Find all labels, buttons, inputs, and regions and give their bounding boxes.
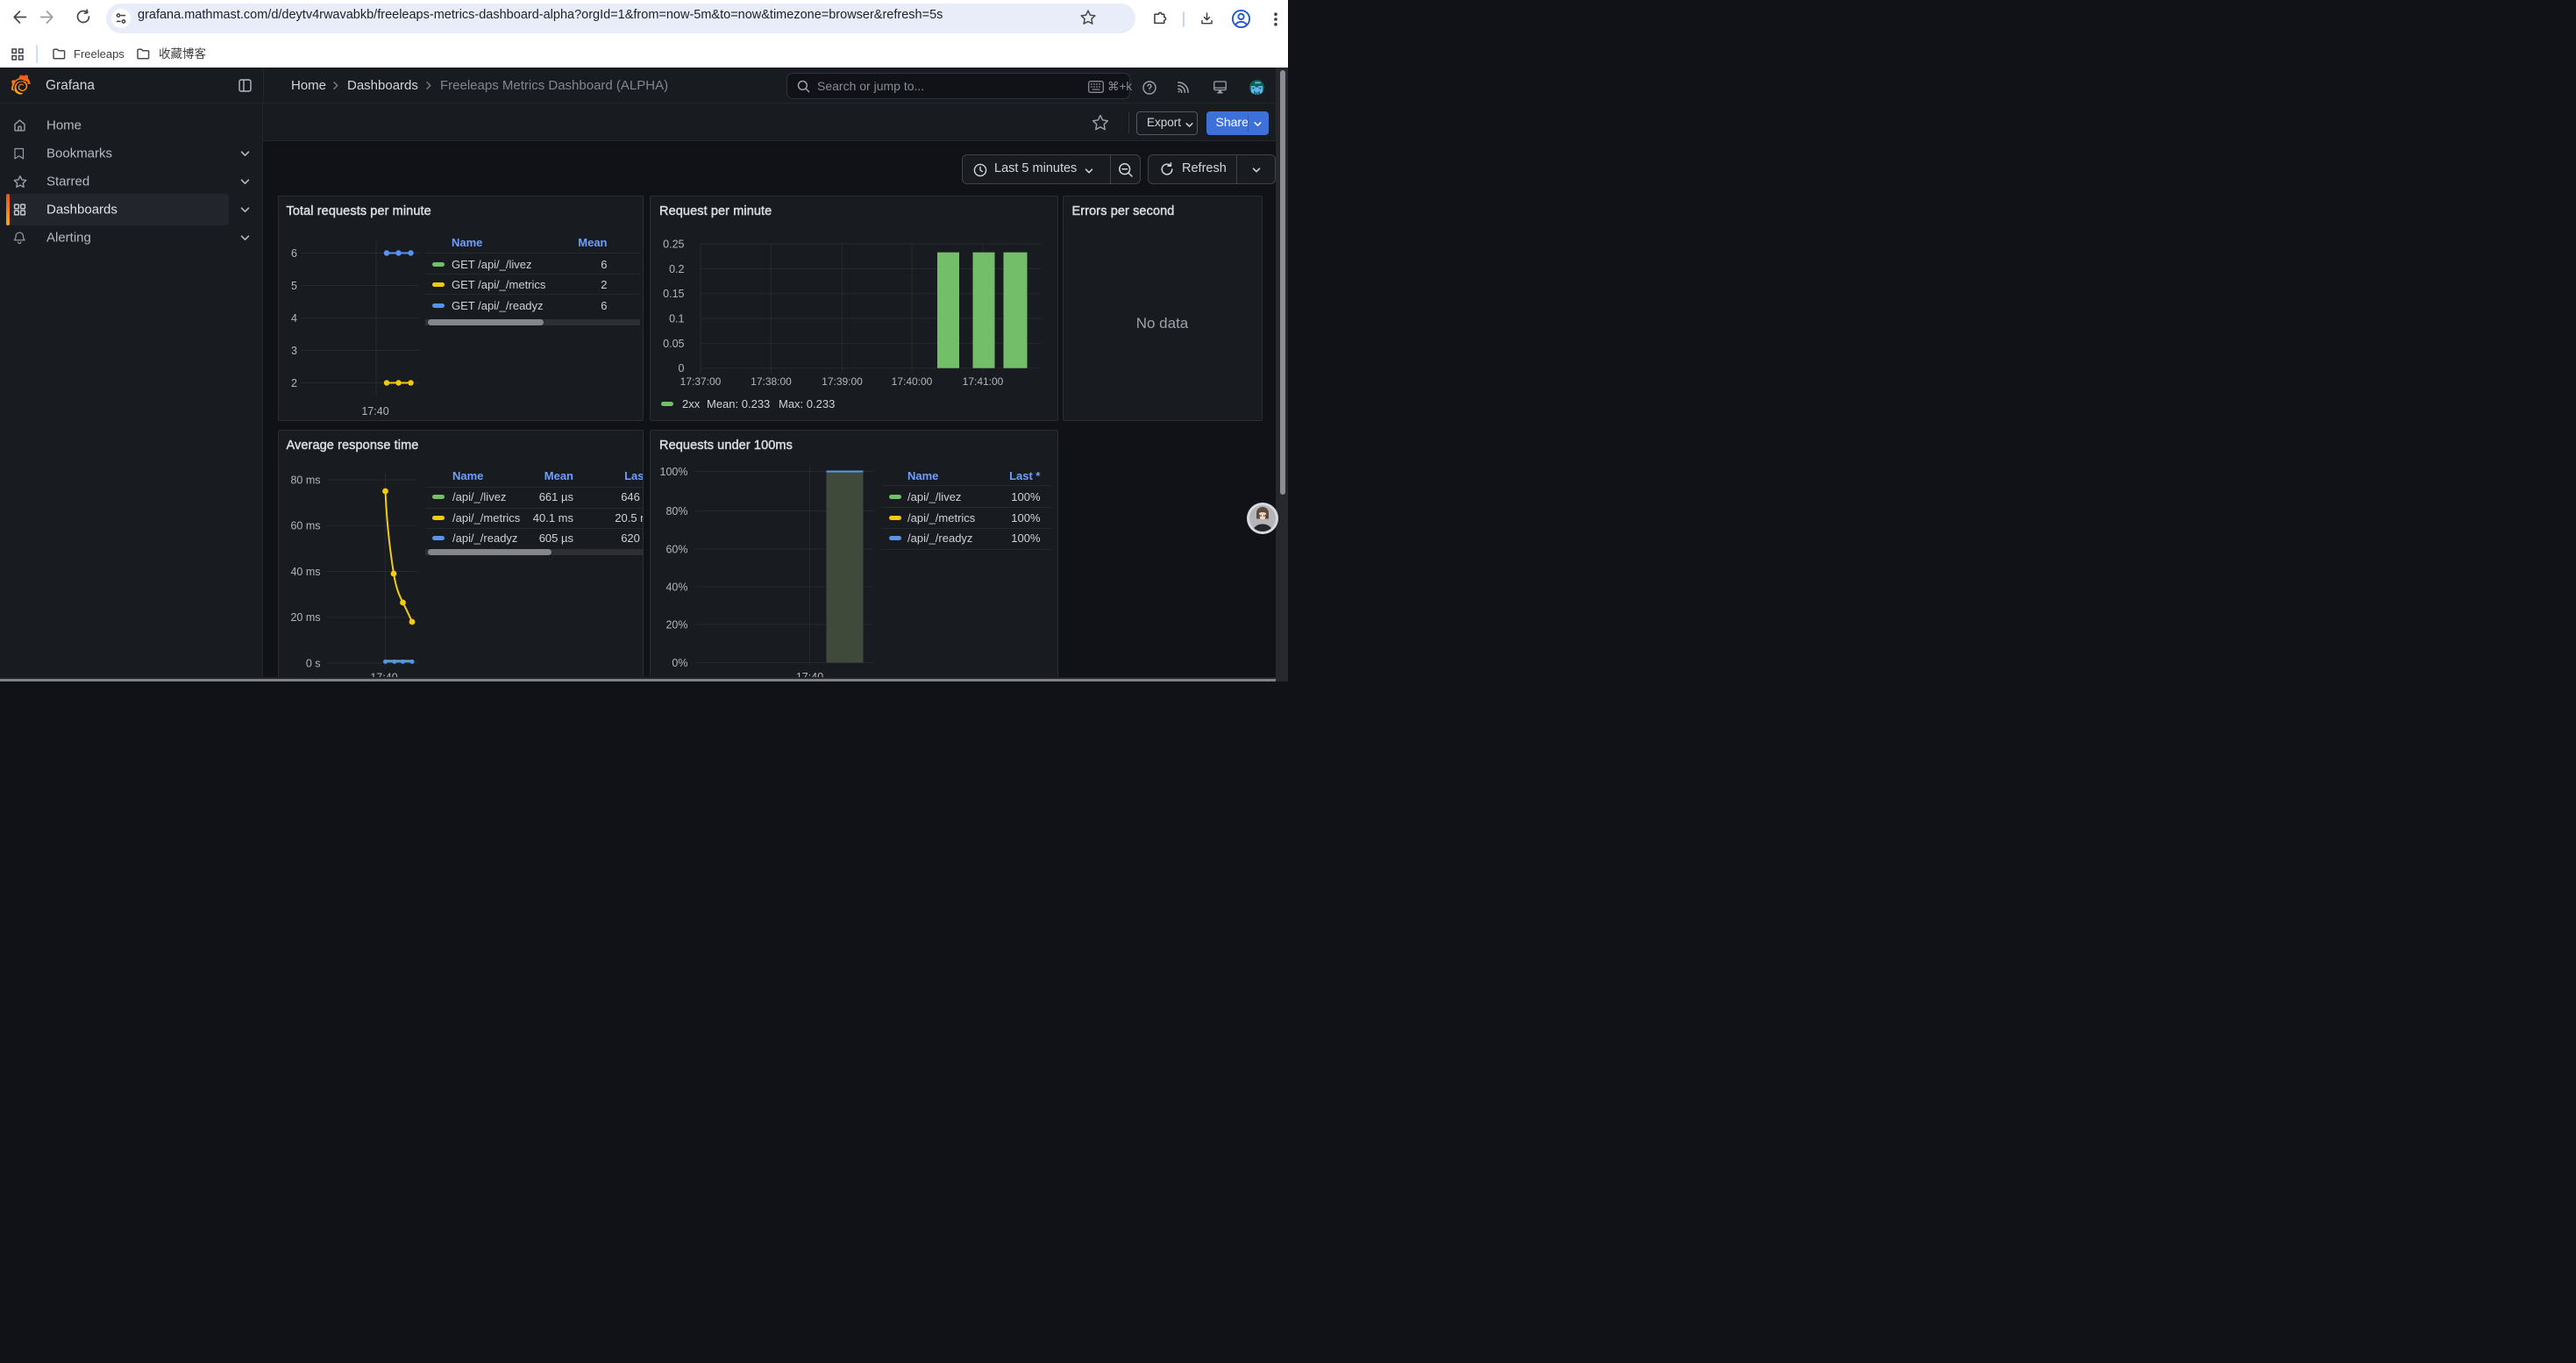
svg-text:0: 0 [679, 362, 685, 375]
svg-text:6: 6 [291, 247, 297, 260]
svg-text:17:38:00: 17:38:00 [751, 375, 792, 388]
svg-text:20 ms: 20 ms [290, 611, 320, 624]
svg-text:17:40:00: 17:40:00 [892, 375, 933, 388]
svg-text:4: 4 [291, 312, 297, 325]
svg-text:0.15: 0.15 [663, 288, 684, 300]
svg-text:20%: 20% [665, 619, 687, 632]
svg-text:17:40: 17:40 [361, 405, 388, 417]
svg-text:2: 2 [291, 377, 297, 389]
svg-text:5: 5 [291, 280, 297, 292]
svg-text:0.05: 0.05 [663, 338, 684, 350]
svg-text:40%: 40% [665, 582, 687, 594]
svg-text:17:41:00: 17:41:00 [963, 375, 1004, 388]
svg-text:0%: 0% [672, 657, 687, 669]
svg-text:60%: 60% [665, 544, 687, 556]
svg-text:100%: 100% [660, 466, 688, 478]
svg-text:3: 3 [291, 345, 297, 357]
svg-text:0.2: 0.2 [669, 263, 684, 275]
svg-text:80%: 80% [665, 505, 687, 517]
svg-text:60 ms: 60 ms [290, 520, 320, 532]
svg-text:80 ms: 80 ms [290, 474, 320, 486]
svg-text:40 ms: 40 ms [290, 566, 320, 578]
svg-text:17:39:00: 17:39:00 [822, 375, 863, 388]
svg-text:0.25: 0.25 [663, 238, 684, 250]
svg-text:0.1: 0.1 [669, 312, 684, 325]
svg-text:17:37:00: 17:37:00 [680, 375, 722, 388]
svg-text:0 s: 0 s [305, 657, 320, 669]
